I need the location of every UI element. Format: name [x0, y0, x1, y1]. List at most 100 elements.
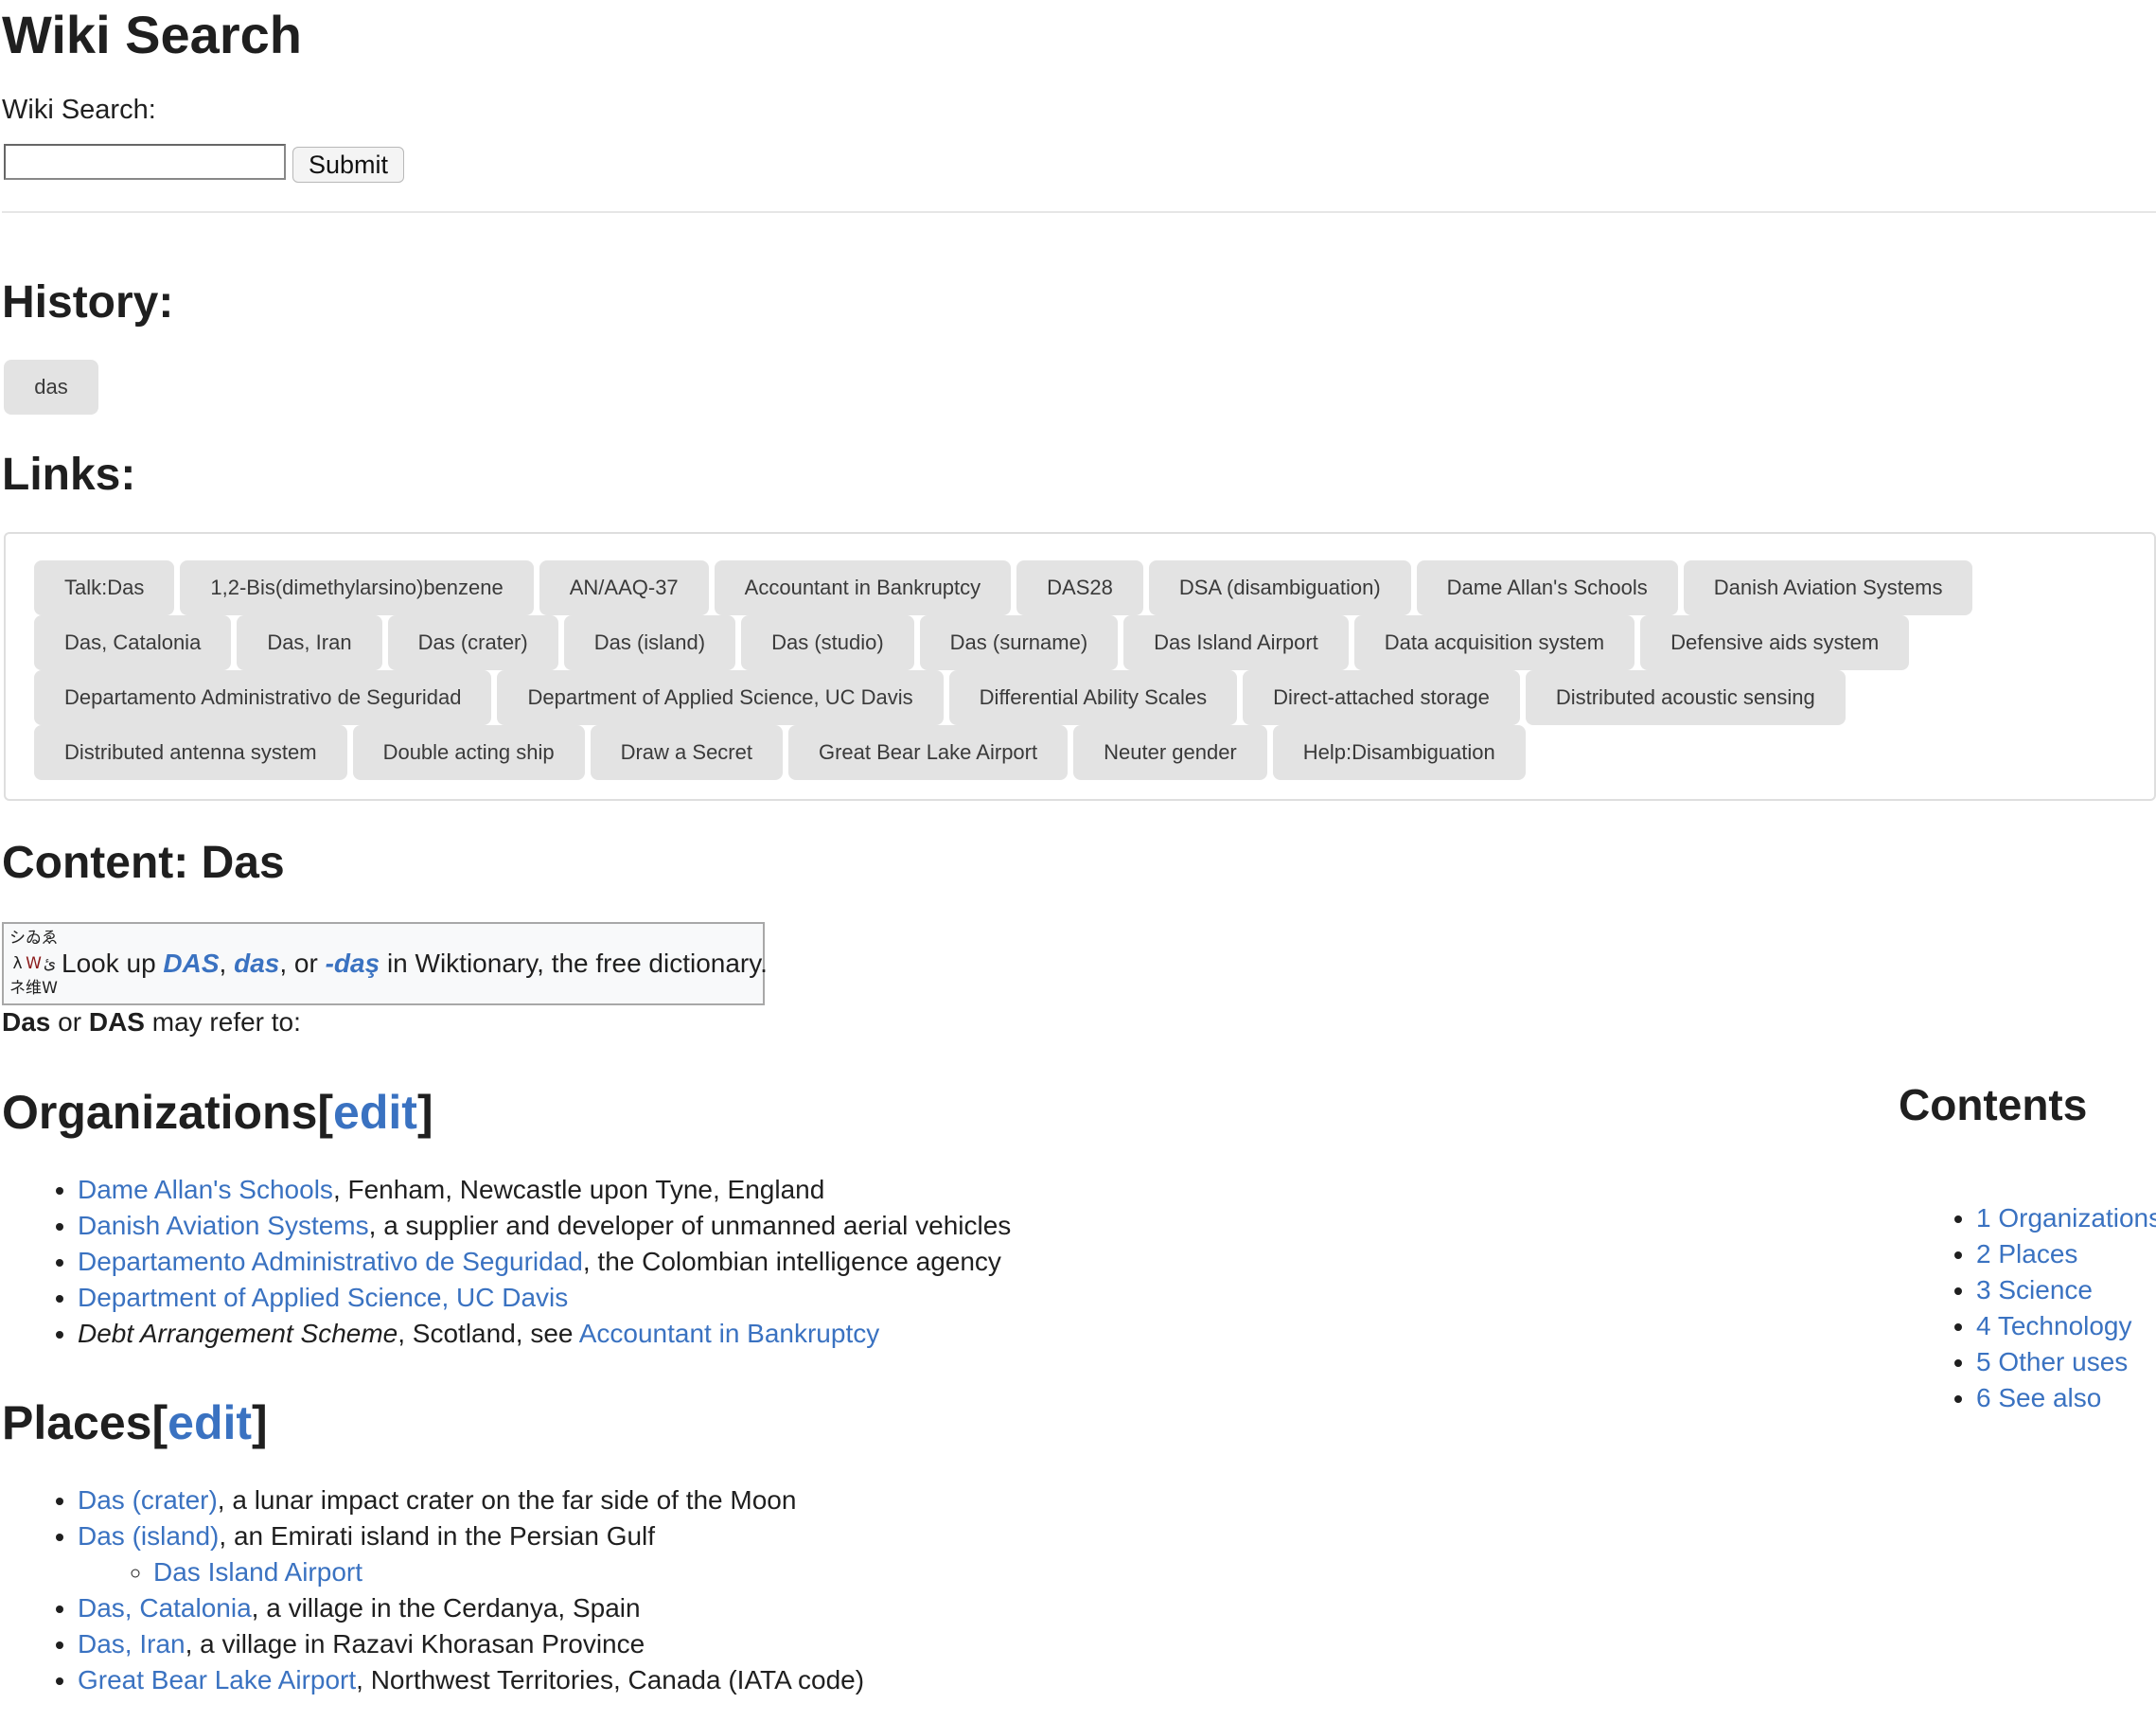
- wiktionary-text: Look up DAS, das, or -daş in Wiktionary,…: [62, 949, 768, 979]
- item-description: , a village in Razavi Khorasan Province: [185, 1629, 645, 1659]
- toc-link[interactable]: 1 Organizations: [1976, 1203, 2156, 1233]
- link-chip[interactable]: AN/AAQ-37: [539, 560, 709, 615]
- italic-term: Debt Arrangement Scheme: [78, 1319, 398, 1348]
- organizations-edit-link[interactable]: edit: [333, 1086, 417, 1139]
- link-chip[interactable]: Talk:Das: [34, 560, 175, 615]
- sub-list-item: Das Island Airport: [153, 1554, 864, 1590]
- wiktionary-glyph: λ: [12, 953, 23, 973]
- list-item: Das (island), an Emirati island in the P…: [78, 1518, 864, 1590]
- list-item: Debt Arrangement Scheme, Scotland, see A…: [78, 1316, 1011, 1352]
- article-link[interactable]: Accountant in Bankruptcy: [579, 1319, 880, 1348]
- article-link[interactable]: Department of Applied Science, UC Davis: [78, 1283, 568, 1312]
- toc-link[interactable]: 2 Places: [1976, 1239, 2077, 1269]
- links-heading: Links:: [2, 450, 136, 500]
- list-item: Das (crater), a lunar impact crater on t…: [78, 1482, 864, 1518]
- wiktionary-glyph: ゐ: [26, 929, 42, 948]
- link-chip[interactable]: Help:Disambiguation: [1272, 725, 1526, 780]
- item-description: , Northwest Territories, Canada (IATA co…: [356, 1665, 865, 1694]
- wiktionary-glyph: W: [42, 979, 58, 999]
- wiktionary-glyph: 维: [26, 979, 42, 999]
- wiktionary-link-das-upper[interactable]: DAS: [163, 949, 219, 978]
- item-description: , Fenham, Newcastle upon Tyne, England: [332, 1175, 825, 1204]
- list-item: Departamento Administrativo de Seguridad…: [78, 1244, 1011, 1280]
- item-description: , a village in the Cerdanya, Spain: [251, 1593, 641, 1623]
- organizations-title: Organizations: [2, 1086, 318, 1139]
- submit-button[interactable]: Submit: [292, 147, 404, 183]
- list-item: Department of Applied Science, UC Davis: [78, 1280, 1011, 1316]
- link-chip[interactable]: Neuter gender: [1073, 725, 1267, 780]
- link-chip[interactable]: Data acquisition system: [1353, 615, 1635, 670]
- wiktionary-glyph: シ: [9, 929, 26, 948]
- item-description: , Scotland, see: [398, 1319, 579, 1348]
- links-list: Talk:Das 1,2-Bis(dimethylarsino)benzene AN…: [34, 560, 2135, 780]
- link-chip[interactable]: DSA (disambiguation): [1148, 560, 1411, 615]
- link-chip[interactable]: DAS28: [1016, 560, 1143, 615]
- link-chip[interactable]: Department of Applied Science, UC Davis: [497, 670, 944, 725]
- link-chip[interactable]: Dame Allan's Schools: [1416, 560, 1678, 615]
- intro-term-2: DAS: [88, 1007, 145, 1037]
- toc-link[interactable]: 3 Science: [1976, 1275, 2093, 1304]
- list-item: Dame Allan's Schools, Fenham, Newcastle …: [78, 1172, 1011, 1208]
- list-item: Great Bear Lake Airport, Northwest Terri…: [78, 1662, 864, 1698]
- wiktionary-glyph: ネ: [9, 979, 26, 999]
- wiktionary-link-das[interactable]: das: [234, 949, 279, 978]
- article-link[interactable]: Das (crater): [78, 1485, 218, 1515]
- places-edit-link[interactable]: edit: [168, 1396, 252, 1449]
- toc-link[interactable]: 4 Technology: [1976, 1311, 2132, 1340]
- link-chip[interactable]: Danish Aviation Systems: [1683, 560, 1973, 615]
- link-chip[interactable]: Das (crater): [387, 615, 558, 670]
- article-link[interactable]: Dame Allan's Schools: [78, 1175, 333, 1204]
- article-link[interactable]: Das, Iran: [78, 1629, 186, 1659]
- link-chip[interactable]: Distributed antenna system: [34, 725, 347, 780]
- link-chip[interactable]: Das, Catalonia: [34, 615, 232, 670]
- intro-rest: may refer to:: [144, 1007, 301, 1037]
- search-input[interactable]: [4, 144, 286, 180]
- article-link[interactable]: Das (island): [78, 1521, 219, 1551]
- organizations-list: Dame Allan's Schools, Fenham, Newcastle …: [2, 1172, 1011, 1352]
- article-link[interactable]: Danish Aviation Systems: [78, 1211, 369, 1240]
- link-chip[interactable]: Defensive aids system: [1640, 615, 1910, 670]
- link-chip[interactable]: Distributed acoustic sensing: [1525, 670, 1846, 725]
- list-item: Danish Aviation Systems, a supplier and …: [78, 1208, 1011, 1244]
- article-link[interactable]: Das Island Airport: [153, 1557, 362, 1587]
- sub-list: Das Island Airport: [78, 1554, 864, 1590]
- list-item: Das, Catalonia, a village in the Cerdany…: [78, 1590, 864, 1626]
- toc-item: 1 Organizations: [1976, 1200, 2156, 1236]
- link-chip[interactable]: Das, Iran: [237, 615, 382, 670]
- divider: [2, 211, 2156, 213]
- places-heading: Places[edit]: [2, 1396, 268, 1449]
- table-of-contents: 1 Organizations 2 Places 3 Science 4 Techno…: [1899, 1200, 2156, 1416]
- toc-link[interactable]: 5 Other uses: [1976, 1347, 2128, 1376]
- places-title: Places: [2, 1396, 152, 1449]
- article-link[interactable]: Departamento Administrativo de Seguridad: [78, 1247, 583, 1276]
- link-chip[interactable]: Great Bear Lake Airport: [787, 725, 1069, 780]
- item-description: , a lunar impact crater on the far side …: [217, 1485, 797, 1515]
- toc-link[interactable]: 6 See also: [1976, 1383, 2101, 1412]
- organizations-heading: Organizations[edit]: [2, 1086, 433, 1139]
- link-chip[interactable]: Das Island Airport: [1123, 615, 1349, 670]
- history-chip[interactable]: das: [4, 360, 98, 415]
- link-chip[interactable]: 1,2-Bis(dimethylarsino)benzene: [180, 560, 534, 615]
- list-item: Das, Iran, a village in Razavi Khorasan …: [78, 1626, 864, 1662]
- toc-item: 5 Other uses: [1976, 1344, 2156, 1380]
- link-chip[interactable]: Departamento Administrativo de Seguridad: [34, 670, 492, 725]
- link-chip[interactable]: Direct-attached storage: [1243, 670, 1520, 725]
- link-chip[interactable]: Das (surname): [919, 615, 1119, 670]
- links-panel: Talk:Das 1,2-Bis(dimethylarsino)benzene AN…: [4, 532, 2156, 801]
- disambiguation-intro: Das or DAS may refer to:: [2, 1007, 301, 1038]
- toc-title: Contents: [1899, 1080, 2088, 1129]
- intro-mid: or: [50, 1007, 89, 1037]
- link-chip[interactable]: Draw a Secret: [590, 725, 783, 780]
- wiktionary-link-das-suffix[interactable]: -daş: [326, 949, 380, 978]
- wiktionary-glyph: ゑ: [42, 929, 58, 948]
- link-chip[interactable]: Accountant in Bankruptcy: [714, 560, 1012, 615]
- link-chip[interactable]: Das (studio): [741, 615, 914, 670]
- link-chip[interactable]: Das (island): [563, 615, 736, 670]
- page-title: Wiki Search: [2, 5, 302, 64]
- item-description: , the Colombian intelligence agency: [582, 1247, 1001, 1276]
- link-chip[interactable]: Double acting ship: [352, 725, 585, 780]
- link-chip[interactable]: Differential Ability Scales: [948, 670, 1238, 725]
- article-link[interactable]: Das, Catalonia: [78, 1593, 252, 1623]
- article-link[interactable]: Great Bear Lake Airport: [78, 1665, 356, 1694]
- content-heading: Content: Das: [2, 838, 285, 888]
